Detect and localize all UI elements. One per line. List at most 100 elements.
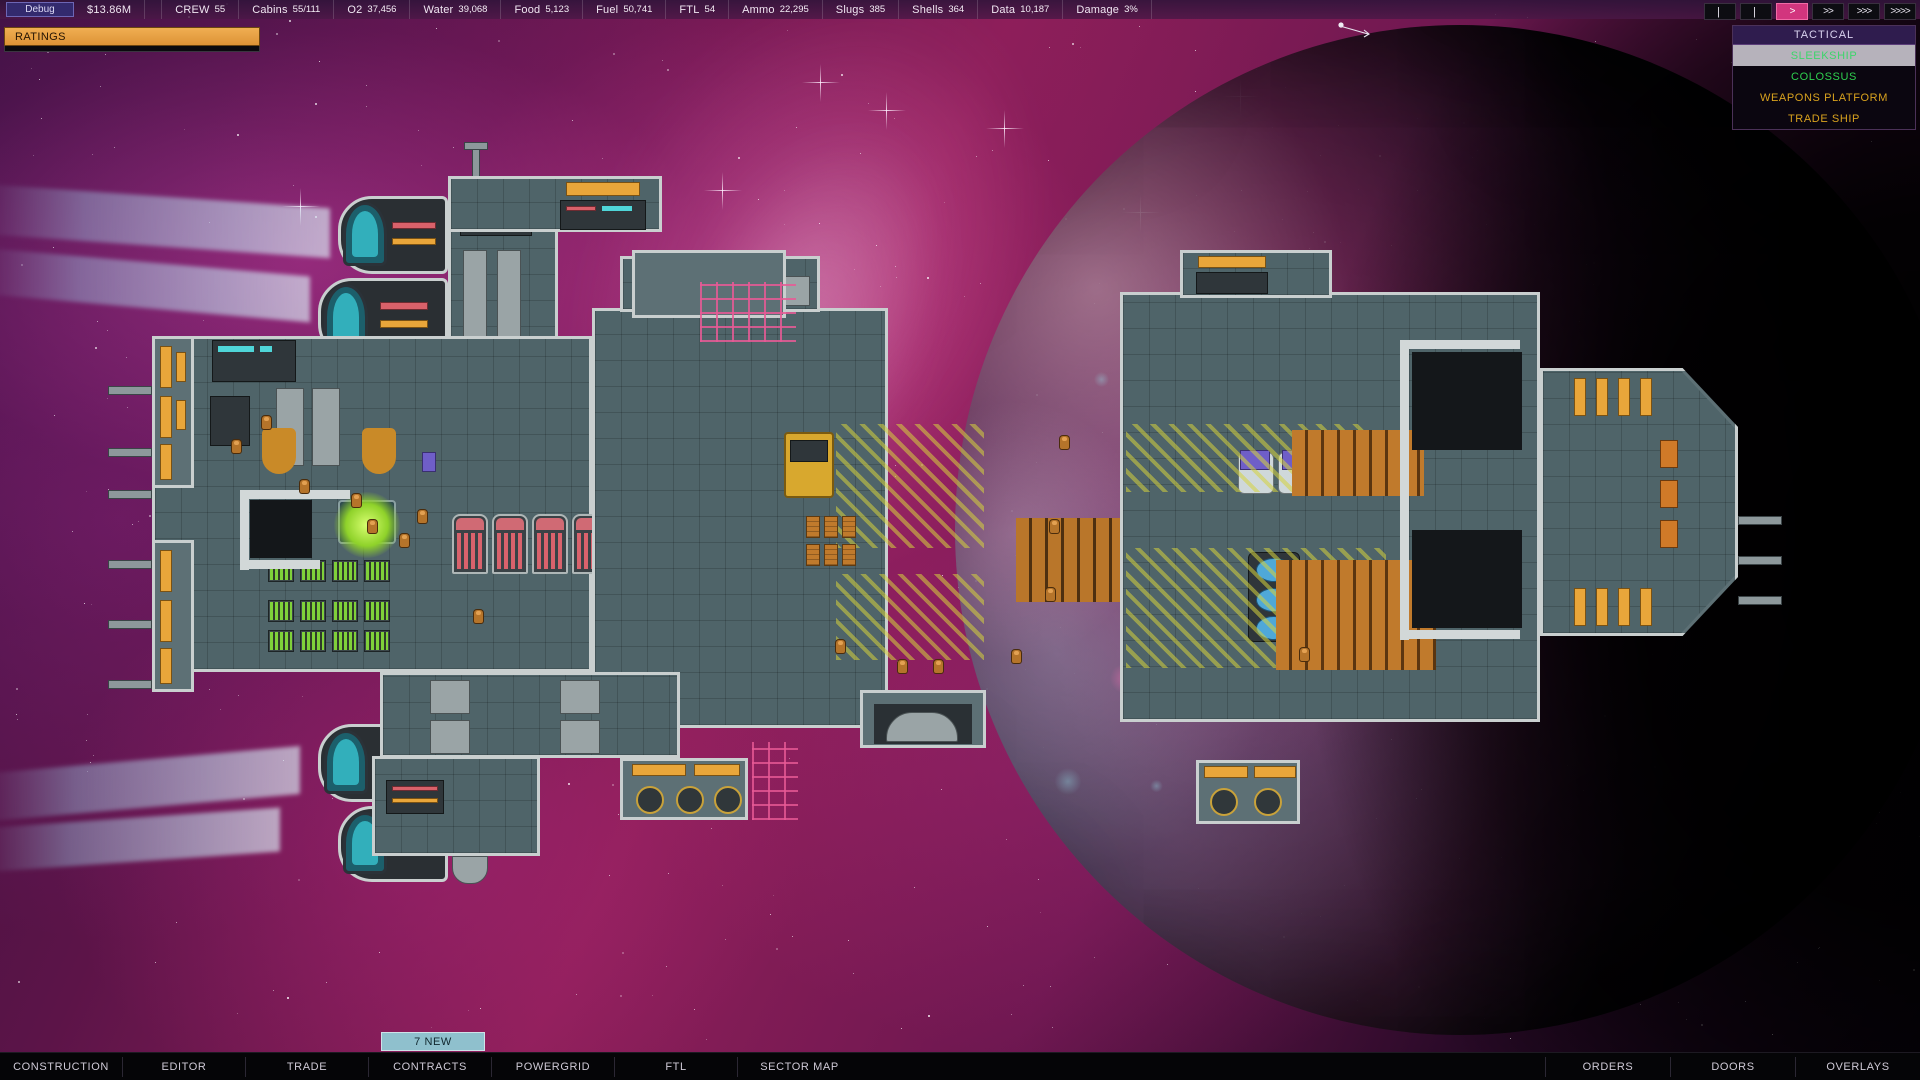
ventral-turret-4[interactable]	[1210, 788, 1238, 816]
bottom-nav-ftl[interactable]: FTL	[615, 1056, 738, 1077]
tactical-ship-weapons-platform[interactable]: WEAPONS PLATFORM	[1733, 87, 1915, 108]
storage-crate-6[interactable]	[842, 544, 856, 566]
resource-water[interactable]: Water 39,068	[410, 0, 502, 19]
bottom-nav-powergrid[interactable]: POWERGRID	[492, 1056, 615, 1077]
storage-crate-5[interactable]	[824, 544, 838, 566]
crew-member[interactable]	[898, 660, 907, 673]
resource-crew[interactable]: CREW 55	[161, 0, 240, 19]
aft-grey-rack-2[interactable]	[497, 250, 521, 340]
grow-bed-1[interactable]	[268, 600, 294, 622]
grow-bed-12[interactable]	[364, 560, 390, 582]
bottom-nav-editor[interactable]: EDITOR	[123, 1056, 246, 1077]
resource-ammo[interactable]: Ammo 22,295	[729, 0, 823, 19]
storage-zone-mid-1[interactable]	[836, 424, 984, 548]
resource-o2[interactable]: O2 37,456	[334, 0, 411, 19]
port-gun-barrel-2[interactable]	[108, 448, 152, 457]
game-speed-controls[interactable]: | | > >> >>> >>>>	[1704, 3, 1916, 20]
storage-crate-3[interactable]	[842, 516, 856, 538]
resource-slugs[interactable]: Slugs 385	[823, 0, 900, 19]
crew-bunk-4[interactable]	[560, 720, 600, 754]
grow-bed-3[interactable]	[332, 600, 358, 622]
ventral-turret-1[interactable]	[636, 786, 664, 814]
bow-cargo-2[interactable]	[1660, 480, 1678, 508]
ratings-panel[interactable]: RATINGS	[4, 27, 260, 52]
resource-damage[interactable]: Damage 3%	[1063, 0, 1152, 19]
resource-shells[interactable]: Shells 364	[899, 0, 979, 19]
storage-crate-1[interactable]	[806, 516, 820, 538]
port-gun-barrel-5[interactable]	[108, 620, 152, 629]
crew-member[interactable]	[262, 416, 271, 429]
speed-2-button[interactable]: >>	[1812, 3, 1844, 20]
forward-dorsal-module[interactable]	[1196, 272, 1268, 294]
resource-cabins[interactable]: Cabins 55/111	[239, 0, 335, 19]
crew-member[interactable]	[836, 640, 845, 653]
bow-gun-barrel-3[interactable]	[1738, 596, 1782, 605]
fabricator-1[interactable]	[210, 396, 250, 446]
hydroponics-block-upper[interactable]	[264, 392, 394, 476]
cryo-pod-3[interactable]	[532, 514, 568, 574]
bottom-nav-overlays[interactable]: OVERLAYS	[1795, 1056, 1920, 1077]
tactical-ship-trade-ship[interactable]: TRADE SHIP	[1733, 108, 1915, 129]
resource-data[interactable]: Data 10,187	[978, 0, 1064, 19]
shuttle-bay-door[interactable]	[886, 712, 958, 742]
port-gun-barrel-1[interactable]	[108, 386, 152, 395]
bottom-nav-orders[interactable]: ORDERS	[1545, 1056, 1670, 1077]
crew-member[interactable]	[352, 494, 361, 507]
pause-button[interactable]: |	[1704, 3, 1736, 20]
aft-lower-engine-mount[interactable]	[452, 856, 488, 884]
crew-bunk-1[interactable]	[430, 680, 470, 714]
speed-3-button[interactable]: >>>	[1848, 3, 1880, 20]
tactical-ship-sleekship[interactable]: SLEEKSHIP	[1733, 45, 1915, 66]
resource-food[interactable]: Food 5,123	[501, 0, 584, 19]
grow-bed-5[interactable]	[268, 630, 294, 652]
storage-crate-4[interactable]	[806, 544, 820, 566]
bottom-nav-doors[interactable]: DOORS	[1670, 1056, 1795, 1077]
resource-ftl[interactable]: FTL 54	[666, 0, 730, 19]
port-gun-barrel-6[interactable]	[108, 680, 152, 689]
pause-2-button[interactable]: |	[1740, 3, 1772, 20]
new-notifications-badge[interactable]: 7 NEW	[381, 1032, 485, 1051]
port-gun-barrel-3[interactable]	[108, 490, 152, 499]
research-module[interactable]	[422, 452, 436, 472]
player-ship-sleekship[interactable]	[0, 0, 1920, 1080]
crew-member[interactable]	[1060, 436, 1069, 449]
crew-member[interactable]	[1012, 650, 1021, 663]
port-armour-upper[interactable]	[152, 336, 194, 488]
grow-bed-2[interactable]	[300, 600, 326, 622]
bow-gun-barrel-2[interactable]	[1738, 556, 1782, 565]
bow-gun-barrel-1[interactable]	[1738, 516, 1782, 525]
grow-bed-6[interactable]	[300, 630, 326, 652]
bottom-nav-trade[interactable]: TRADE	[246, 1056, 369, 1077]
storage-crate-2[interactable]	[824, 516, 838, 538]
ventral-turret-5[interactable]	[1254, 788, 1282, 816]
bridge-main-console[interactable]	[560, 200, 646, 230]
bottom-nav-contracts[interactable]: CONTRACTS	[369, 1056, 492, 1077]
crew-member[interactable]	[1050, 520, 1059, 533]
crew-member[interactable]	[232, 440, 241, 453]
tactical-ship-list-panel[interactable]: TACTICAL SLEEKSHIP COLOSSUS WEAPONS PLATFO…	[1732, 25, 1916, 130]
cryo-pod-1[interactable]	[452, 514, 488, 574]
resource-fuel[interactable]: Fuel 50,741	[583, 0, 667, 19]
bow-cargo-3[interactable]	[1660, 520, 1678, 548]
tactical-ship-colossus[interactable]: COLOSSUS	[1733, 66, 1915, 87]
bottom-nav-construction[interactable]: CONSTRUCTION	[0, 1056, 123, 1077]
bottom-nav-sector-map[interactable]: SECTOR MAP	[738, 1057, 861, 1077]
crew-bunk-3[interactable]	[560, 680, 600, 714]
speed-4-button[interactable]: >>>>	[1884, 3, 1916, 20]
play-button[interactable]: >	[1776, 3, 1808, 20]
aft-sensor-dish-upper[interactable]	[464, 142, 488, 150]
bow-cargo-1[interactable]	[1660, 440, 1678, 468]
crew-member[interactable]	[368, 520, 377, 533]
credits-readout[interactable]: $13.86M	[74, 0, 146, 19]
cryo-pod-2[interactable]	[492, 514, 528, 574]
forward-dorsal-console[interactable]	[1198, 256, 1266, 268]
aft-grey-rack-1[interactable]	[463, 250, 487, 340]
grow-bed-8[interactable]	[364, 630, 390, 652]
debug-button[interactable]: Debug	[6, 2, 74, 17]
port-armour-lower[interactable]	[152, 540, 194, 692]
crew-member[interactable]	[1046, 588, 1055, 601]
grow-bed-4[interactable]	[364, 600, 390, 622]
crew-member[interactable]	[474, 610, 483, 623]
ventral-turret-3[interactable]	[714, 786, 742, 814]
port-gun-barrel-4[interactable]	[108, 560, 152, 569]
